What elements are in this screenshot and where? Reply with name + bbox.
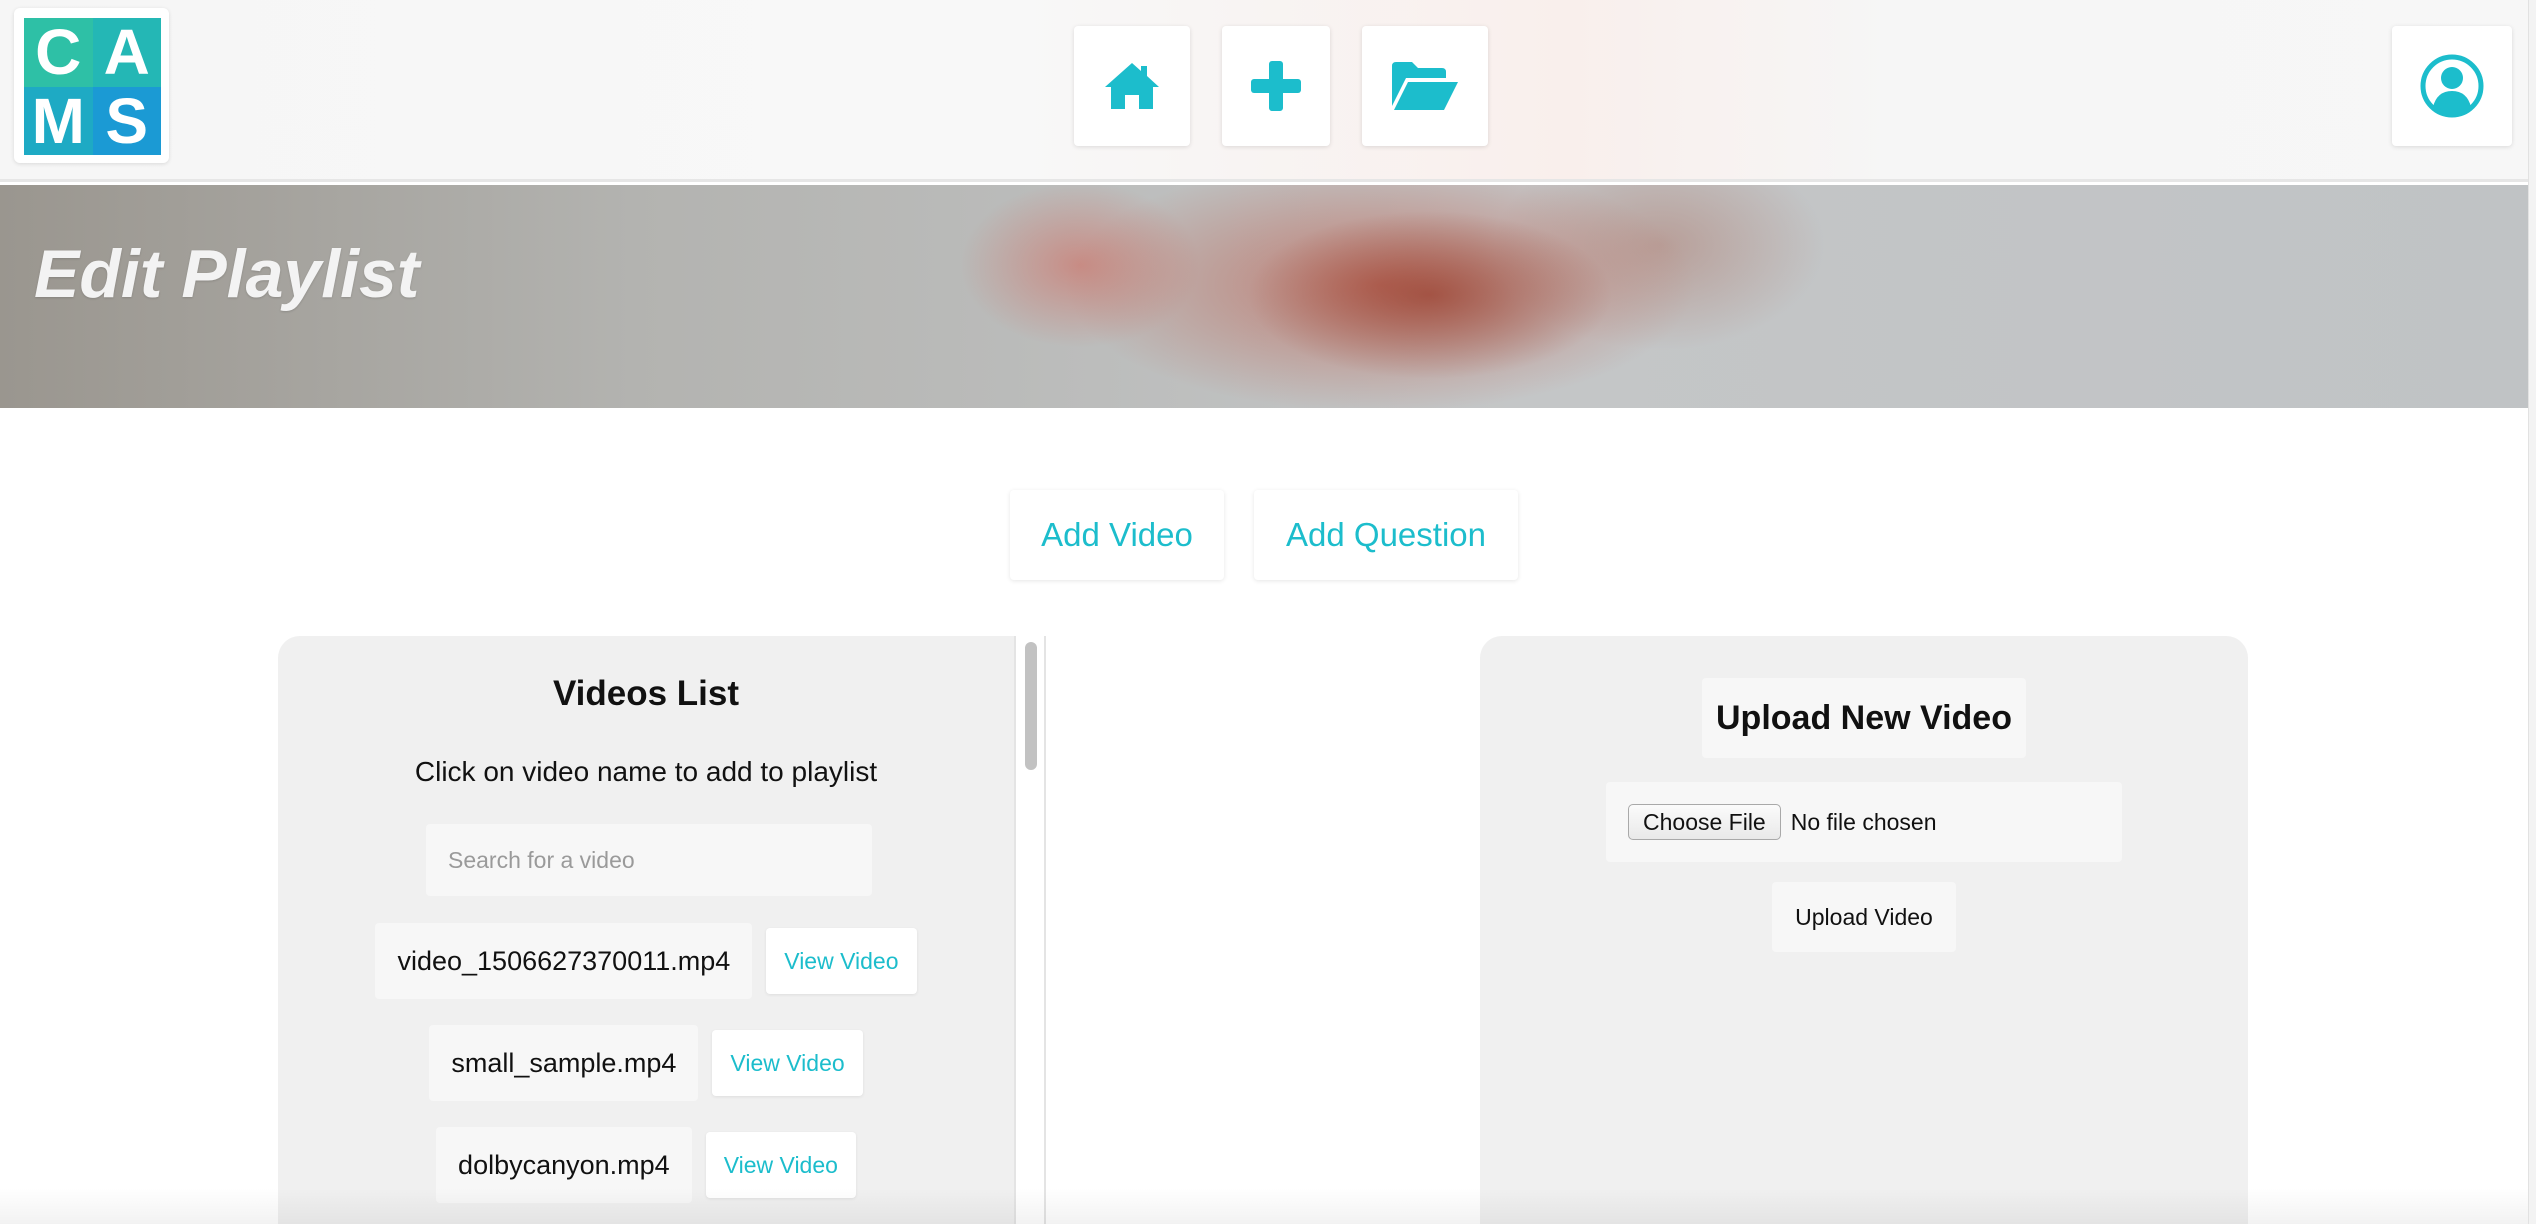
user-circle-icon — [2420, 54, 2484, 118]
videos-list-instructions: Click on video name to add to playlist — [414, 756, 878, 787]
upload-video-button[interactable]: Upload Video — [1772, 882, 1956, 952]
view-video-button[interactable]: View Video — [712, 1030, 863, 1096]
add-button[interactable] — [1222, 26, 1330, 146]
view-video-button[interactable]: View Video — [705, 1132, 856, 1198]
folder-open-icon — [1392, 62, 1458, 110]
page-scrollbar[interactable] — [2528, 0, 2536, 1224]
logo-letter-a: A — [92, 18, 161, 87]
video-name-button[interactable]: video_1506627370011.mp4 — [375, 923, 753, 999]
video-name-button[interactable]: dolbycanyon.mp4 — [436, 1127, 692, 1203]
folder-button[interactable] — [1362, 26, 1488, 146]
add-question-button[interactable]: Add Question — [1254, 490, 1518, 580]
video-list-item: dolbycanyon.mp4 View Video — [278, 1127, 1014, 1203]
add-video-button[interactable]: Add Video — [1010, 490, 1224, 580]
logo-letter-s: S — [92, 86, 161, 155]
logo-letter-m: M — [24, 86, 93, 155]
home-icon — [1105, 63, 1159, 109]
choose-file-button[interactable]: Choose File — [1628, 804, 1781, 840]
page-banner: Edit Playlist — [0, 185, 2528, 408]
file-status-text: No file chosen — [1790, 808, 1937, 835]
plus-icon — [1251, 61, 1301, 111]
video-search-input[interactable] — [426, 824, 872, 896]
logo-letter-c: C — [24, 18, 93, 87]
video-list-item: video_1506627370011.mp4 View Video — [278, 923, 1014, 999]
videos-list-scroll-thumb[interactable] — [1025, 642, 1037, 770]
top-navbar: C A M S — [0, 0, 2528, 182]
account-button[interactable] — [2392, 26, 2512, 146]
home-button[interactable] — [1074, 26, 1190, 146]
video-list-item: small_sample.mp4 View Video — [278, 1025, 1014, 1101]
videos-list-scrollbar[interactable] — [1014, 636, 1046, 1224]
upload-video-panel: Upload New Video Choose File No file cho… — [1480, 636, 2248, 1224]
view-video-button[interactable]: View Video — [766, 928, 917, 994]
video-name-button[interactable]: small_sample.mp4 — [429, 1025, 699, 1101]
logo-grid: C A M S — [24, 18, 161, 155]
videos-list-title: Videos List — [552, 674, 740, 713]
cams-logo[interactable]: C A M S — [14, 8, 169, 163]
file-picker: Choose File No file chosen — [1606, 782, 2122, 862]
page-title: Edit Playlist — [34, 236, 420, 312]
upload-video-title: Upload New Video — [1702, 678, 2026, 758]
